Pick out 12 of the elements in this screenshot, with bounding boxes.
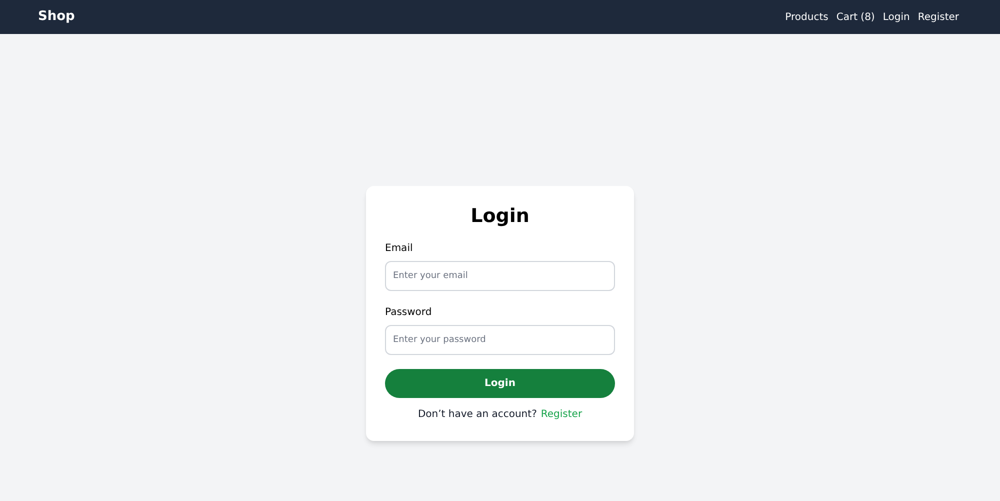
- nav-link[interactable]: Login: [882, 10, 910, 24]
- brand-link[interactable]: Shop: [38, 7, 75, 27]
- input-field[interactable]: Enter your password: [385, 324, 615, 354]
- form-title: Login: [470, 204, 530, 229]
- login-button[interactable]: Login: [385, 368, 615, 398]
- register-prompt: Don’t have an account?: [418, 408, 537, 422]
- nav-link[interactable]: Register: [918, 10, 959, 24]
- input-field[interactable]: Enter your email: [385, 260, 615, 290]
- nav-link[interactable]: Products: [785, 10, 828, 24]
- field-label: Email: [385, 242, 414, 256]
- field-label: Password: [385, 306, 433, 320]
- nav-link[interactable]: Cart (8): [836, 10, 875, 24]
